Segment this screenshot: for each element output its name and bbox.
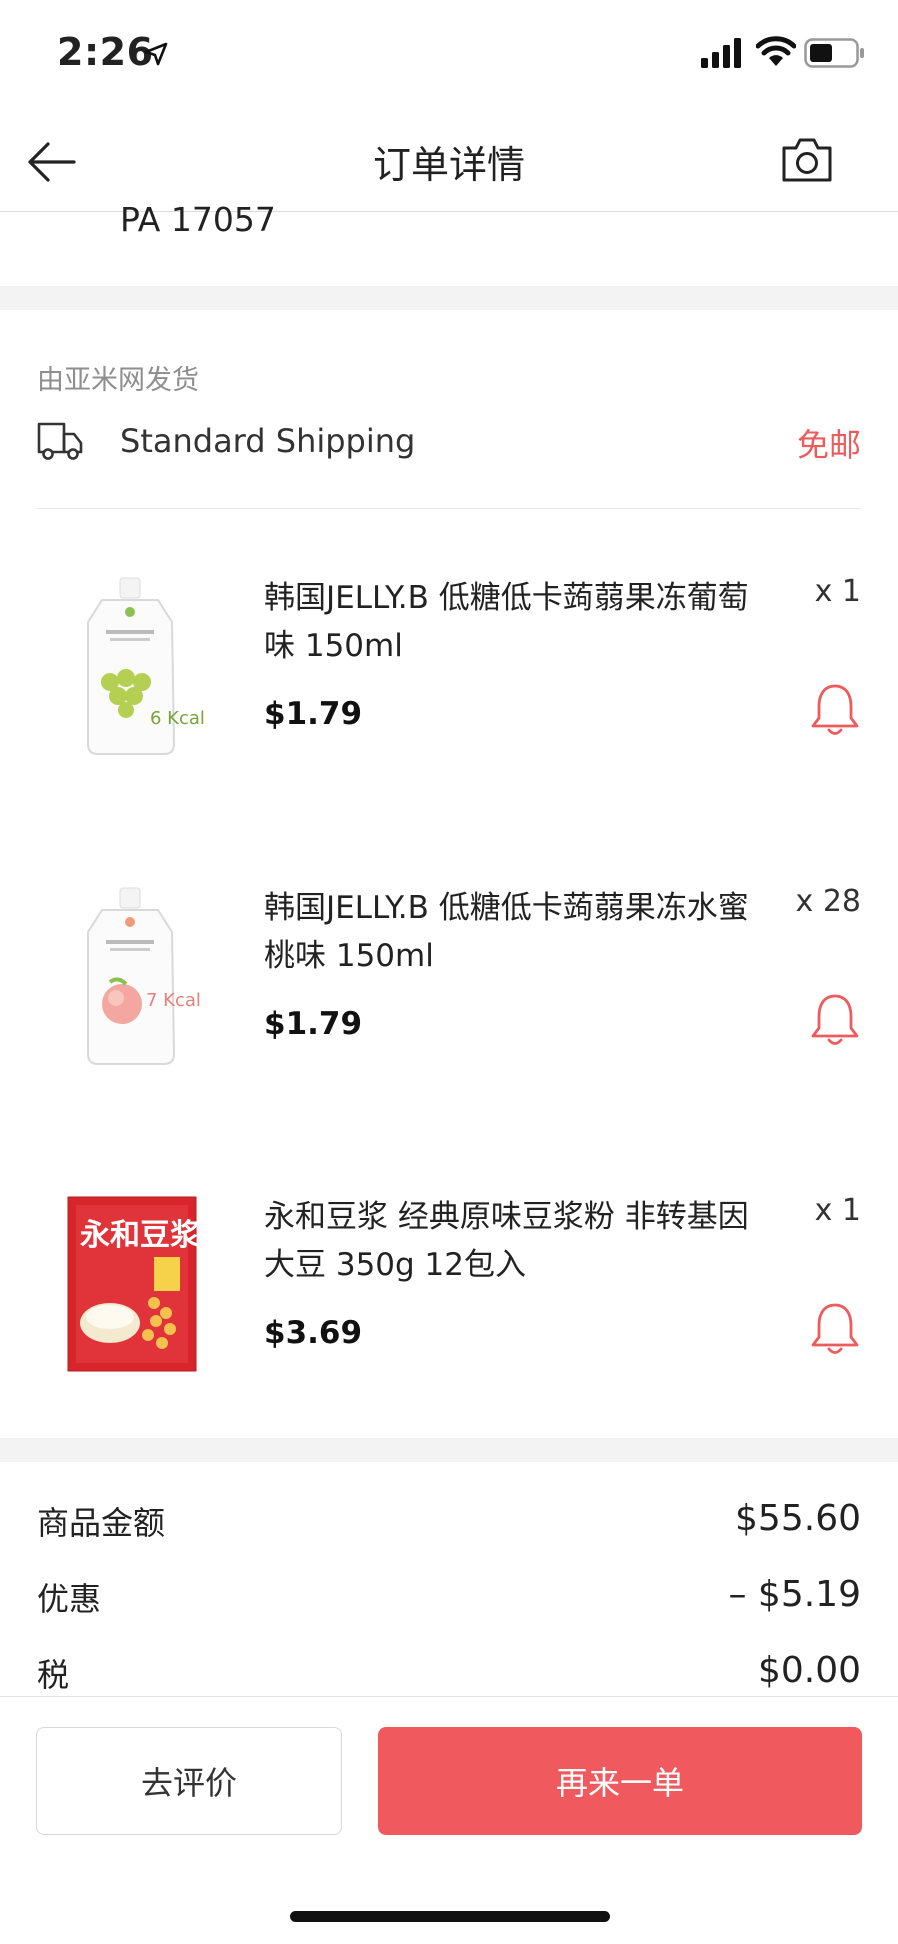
status-bar: 2:26 (0, 0, 898, 110)
product-quantity: x 28 (795, 884, 861, 919)
product-price: $3.69 (264, 1315, 363, 1351)
camera-icon[interactable] (780, 134, 834, 186)
bell-icon[interactable] (810, 1301, 860, 1357)
bell-icon[interactable] (810, 992, 860, 1048)
delivery-truck-icon (37, 422, 83, 460)
section-gap (0, 1438, 898, 1462)
wifi-icon (756, 36, 796, 66)
product-quantity: x 1 (814, 574, 861, 609)
order-item[interactable]: 7 Kcal 韩国JELLY.B 低糖低卡蒟蒻果冻水蜜桃味 150ml x 28… (0, 884, 898, 1184)
summary-value: $0.00 (757, 1650, 861, 1691)
review-button[interactable]: 去评价 (36, 1727, 342, 1835)
thumb-brand-label: 永和豆浆 (80, 1218, 200, 1253)
reorder-button[interactable]: 再来一单 (378, 1727, 862, 1835)
shipping-fee: 免邮 (796, 426, 861, 464)
location-arrow-icon (144, 42, 168, 66)
summary-label: 商品金额 (37, 1504, 166, 1542)
order-item[interactable]: 6 Kcal 韩国JELLY.B 低糖低卡蒟蒻果冻葡萄味 150ml x 1 $… (0, 574, 898, 874)
address-zip-line: PA 17057 (120, 200, 276, 239)
thumb-kcal-label: 6 Kcal (150, 708, 205, 729)
product-price: $1.79 (264, 1006, 363, 1042)
summary-row-discount: 优惠 – $5.19 (37, 1574, 861, 1620)
summary-label: 税 (37, 1656, 70, 1694)
summary-value: – $5.19 (728, 1574, 861, 1615)
battery-icon (804, 38, 864, 68)
shipped-by-label: 由亚米网发货 (37, 365, 199, 396)
page-title: 订单详情 (372, 143, 525, 187)
thumb-kcal-label: 7 Kcal (146, 990, 201, 1011)
product-name[interactable]: 韩国JELLY.B 低糖低卡蒟蒻果冻水蜜桃味 150ml (264, 884, 764, 980)
bottom-action-bar: 去评价 再来一单 (0, 1696, 898, 1944)
cellular-signal-icon (701, 38, 741, 68)
status-time: 2:26 (57, 30, 154, 74)
summary-value: $55.60 (735, 1498, 861, 1539)
home-indicator[interactable] (290, 1911, 610, 1922)
summary-label: 优惠 (37, 1580, 102, 1618)
summary-row-tax: 税 $0.00 (37, 1650, 861, 1696)
product-name[interactable]: 永和豆浆 经典原味豆浆粉 非转基因大豆 350g 12包入 (264, 1193, 764, 1289)
nav-bar: 订单详情 (0, 110, 898, 212)
product-image-grape-jelly[interactable]: 6 Kcal (58, 574, 208, 764)
product-name[interactable]: 韩国JELLY.B 低糖低卡蒟蒻果冻葡萄味 150ml (264, 574, 764, 670)
product-image-soy-milk-powder[interactable]: 永和豆浆 (58, 1193, 208, 1383)
product-quantity: x 1 (814, 1193, 861, 1228)
bell-icon[interactable] (810, 682, 860, 738)
section-gap (0, 286, 898, 310)
shipping-method: Standard Shipping (120, 422, 416, 460)
summary-row-subtotal: 商品金额 $55.60 (37, 1498, 861, 1544)
product-price: $1.79 (264, 696, 363, 732)
divider (37, 508, 861, 509)
product-image-peach-jelly[interactable]: 7 Kcal (58, 884, 208, 1074)
